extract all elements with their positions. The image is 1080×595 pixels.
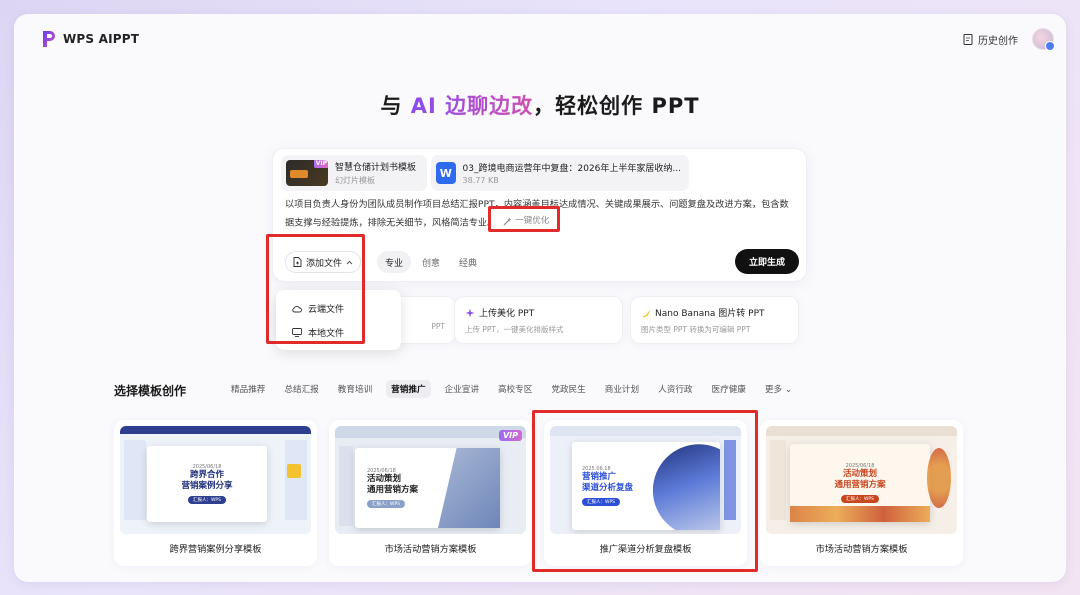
app-window: WPS AIPPT 历史创作 与 AI 边聊边改，轻松创作 PPT VIP 智慧… [14, 14, 1066, 582]
menu-item-label: 本地文件 [308, 329, 345, 339]
chevron-up-icon [346, 260, 353, 264]
add-file-button[interactable]: 添加文件 [285, 251, 361, 273]
template-preview: 2025/06/18 活动策划 通用营销方案 汇报人：WPS [766, 426, 957, 534]
section-title: 选择模板创作 [114, 384, 187, 398]
slide-thumbnail: 2025.06.18 营销推广 渠道分析复盘 汇报人：WPS [572, 442, 720, 530]
add-file-menu: 云端文件 本地文件 [276, 290, 401, 350]
user-avatar[interactable] [1032, 28, 1055, 51]
menu-item-label: 云端文件 [308, 305, 345, 315]
category-tab[interactable]: 党政民生 [546, 380, 590, 398]
add-file-label: 添加文件 [305, 258, 342, 269]
template-label: 推广渠道分析复盘模板 [599, 544, 692, 555]
headline-highlight: AI 边聊边改 [410, 94, 534, 118]
cloud-icon [292, 305, 302, 312]
template-thumbnail: VIP [286, 160, 328, 186]
feature-card-upload[interactable]: 上传美化 PPT 上传 PPT，一键美化排版样式 [454, 296, 623, 344]
history-label: 历史创作 [978, 36, 1018, 47]
account-badge-icon [1045, 41, 1055, 51]
attachment-chip[interactable]: VIP 智慧仓储计划书模板 幻灯片模板 [281, 155, 427, 191]
monitor-icon [292, 328, 302, 337]
feature-desc: 图片类型 PPT 转换为可编辑 PPT [641, 325, 751, 334]
slide-thumbnail: 2025/06/18 活动策划 通用营销方案 汇报人：WPS [355, 448, 500, 528]
template-label: 市场活动营销方案模板 [384, 544, 477, 555]
headline-suffix: ，轻松创作 PPT [533, 94, 700, 118]
app-name: WPS AIPPT [63, 32, 140, 46]
category-tab[interactable]: 企业宣讲 [440, 380, 484, 398]
prompt-card: VIP 智慧仓储计划书模板 幻灯片模板 W 03_跨境电商运营年中复盘：2026… [272, 148, 807, 282]
slide-thumbnail: 2025/06/18 跨界合作 营销案例分享 汇报人：WPS [147, 446, 267, 522]
top-bar: WPS AIPPT 历史创作 [14, 14, 1066, 64]
category-tab[interactable]: 商业计划 [600, 380, 644, 398]
prompt-toolbar: 添加文件 专业 创意 经典 立即生成 [285, 249, 799, 275]
style-tab-professional[interactable]: 专业 [377, 251, 412, 273]
attachment-chip[interactable]: W 03_跨境电商运营年中复盘：2026年上半年家居收纳... 38.77 KB [431, 155, 689, 191]
menu-item-local[interactable]: 本地文件 [292, 326, 344, 339]
template-preview: 2025/06/18 活动策划 通用营销方案 汇报人：WPS VIP [335, 426, 526, 534]
attachment-size: 38.77 KB [462, 176, 499, 185]
category-tab[interactable]: 高校专区 [493, 380, 537, 398]
category-tab[interactable]: 教育培训 [333, 380, 377, 398]
prompt-input[interactable]: 以项目负责人身份为团队成员制作项目总结汇报PPT，内容涵盖目标达成情况、关键成果… [285, 197, 797, 232]
banana-icon [642, 309, 650, 317]
category-tab[interactable]: 精品推荐 [226, 380, 270, 398]
category-tabs: 精品推荐 总结汇报 教育培训 营销推广 企业宣讲 高校专区 党政民生 商业计划 … [226, 380, 806, 398]
style-tab-classic[interactable]: 经典 [451, 251, 485, 273]
template-label: 市场活动营销方案模板 [815, 544, 908, 555]
template-preview: 2025.06.18 营销推广 渠道分析复盘 汇报人：WPS [550, 426, 741, 534]
feature-card-image[interactable]: Nano Banana 图片转 PPT 图片类型 PPT 转换为可编辑 PPT [630, 296, 799, 344]
optimize-button[interactable]: 一键优化 [503, 213, 549, 229]
history-button[interactable]: 历史创作 [963, 32, 1018, 47]
template-card[interactable]: 2025.06.18 营销推广 渠道分析复盘 汇报人：WPS 推广渠道分析复盘模… [544, 420, 747, 566]
template-preview: 2025/06/18 跨界合作 营销案例分享 汇报人：WPS [120, 426, 311, 534]
sparkle-icon [465, 308, 475, 317]
attachment-title: 03_跨境电商运营年中复盘：2026年上半年家居收纳... [462, 164, 681, 174]
slide-thumbnail: 2025/06/18 活动策划 通用营销方案 汇报人：WPS [790, 444, 930, 522]
document-icon [963, 34, 973, 45]
template-label: 跨界营销案例分享模板 [169, 544, 262, 555]
generate-button[interactable]: 立即生成 [735, 249, 799, 274]
attachment-title: 智慧仓储计划书模板 [335, 163, 417, 173]
category-tab[interactable]: 医疗健康 [707, 380, 751, 398]
template-card[interactable]: 2025/06/18 活动策划 通用营销方案 汇报人：WPS VIP 市场活动营… [329, 420, 532, 566]
headline-prefix: 与 [380, 94, 411, 118]
category-tab[interactable]: 人资行政 [653, 380, 697, 398]
more-categories-button[interactable]: 更多 ⌄ [760, 380, 797, 398]
logo-icon [43, 31, 55, 47]
category-tab-active[interactable]: 营销推广 [386, 380, 431, 398]
page-headline: 与 AI 边聊边改，轻松创作 PPT [14, 90, 1066, 120]
menu-item-cloud[interactable]: 云端文件 [292, 302, 344, 315]
style-tab-creative[interactable]: 创意 [414, 251, 448, 273]
magic-wand-icon [503, 217, 512, 225]
vip-badge: VIP [498, 430, 522, 441]
template-card[interactable]: 2025/06/18 活动策划 通用营销方案 汇报人：WPS 市场活动营销方案模… [760, 420, 963, 566]
template-card[interactable]: 2025/06/18 跨界合作 营销案例分享 汇报人：WPS 跨界营销案例分享模… [114, 420, 317, 566]
word-file-icon: W [436, 162, 456, 184]
attachment-subtitle: 幻灯片模板 [335, 176, 375, 185]
feature-title: 上传美化 PPT [479, 309, 535, 319]
feature-title: Nano Banana 图片转 PPT [655, 309, 765, 319]
optimize-label: 一键优化 [515, 216, 550, 226]
app-logo[interactable]: WPS AIPPT [42, 30, 139, 48]
category-tab[interactable]: 总结汇报 [279, 380, 323, 398]
style-tabs: 专业 创意 经典 [377, 251, 485, 273]
vip-badge: VIP [313, 160, 328, 168]
add-file-icon [293, 257, 302, 267]
feature-desc: 上传 PPT，一键美化排版样式 [465, 325, 564, 334]
chevron-down-icon: ⌄ [784, 385, 793, 395]
